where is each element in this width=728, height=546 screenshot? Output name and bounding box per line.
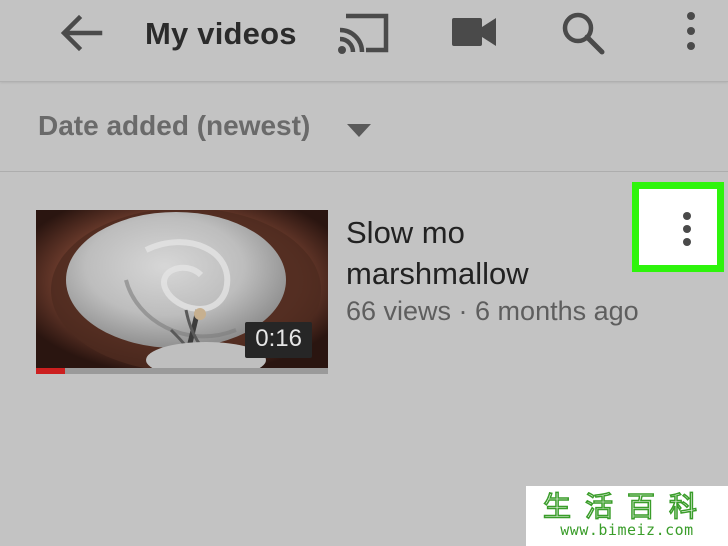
video-title[interactable]: Slow mo marshmallow <box>346 212 626 294</box>
caret-down-icon <box>347 124 371 137</box>
video-menu-button[interactable] <box>632 182 724 272</box>
cast-icon[interactable] <box>336 10 392 56</box>
watermark-url: www.bimeiz.com <box>560 521 694 539</box>
video-duration: 0:16 <box>245 322 312 358</box>
page-title: My videos <box>145 16 297 51</box>
watermark: 生活百科 www.bimeiz.com <box>526 486 728 546</box>
camera-icon[interactable] <box>450 14 498 50</box>
sort-dropdown[interactable]: Date added (newest) <box>0 82 728 172</box>
watch-progress-fill <box>36 368 66 374</box>
app-bar: My videos <box>0 0 728 82</box>
watermark-logo-text: 生活百科 <box>543 490 711 522</box>
video-list-item[interactable]: 0:16 Slow mo marshmallow 66 views · 6 mo… <box>0 180 728 390</box>
more-vert-icon[interactable] <box>680 10 702 54</box>
watch-progress-bar <box>36 368 328 374</box>
sort-label: Date added (newest) <box>38 110 311 141</box>
watermark-logo: 生活百科 <box>542 489 711 522</box>
search-icon[interactable] <box>560 10 606 56</box>
back-arrow-icon[interactable] <box>58 12 104 54</box>
video-meta: 66 views · 6 months ago <box>346 296 639 326</box>
more-vert-icon[interactable] <box>682 211 692 247</box>
video-thumbnail[interactable]: 0:16 <box>36 210 328 374</box>
